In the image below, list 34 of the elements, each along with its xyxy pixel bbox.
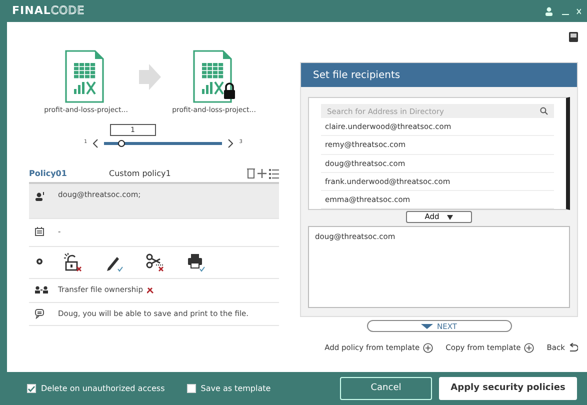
slider-thumb[interactable] [118, 140, 126, 146]
user-icon[interactable] [545, 6, 553, 16]
printer-icon[interactable] [187, 252, 206, 272]
panel-title: Set file recipients [301, 63, 577, 87]
add-circle-icon [524, 342, 534, 353]
add-icon[interactable] [257, 168, 267, 179]
option-label: Delete on unauthorized access [41, 382, 165, 394]
list-icon[interactable] [269, 168, 279, 179]
slider-track[interactable] [104, 142, 222, 144]
calendar-icon [35, 227, 44, 237]
save-icon[interactable] [569, 32, 578, 42]
cancel-button[interactable]: Cancel [340, 377, 432, 400]
scissors-icon[interactable] [146, 252, 165, 272]
close-icon[interactable] [576, 6, 581, 16]
down-arrow-icon [447, 214, 454, 220]
apply-button[interactable]: Apply security policies [439, 377, 577, 400]
recipient-icon [35, 192, 44, 202]
comment-icon [35, 308, 44, 318]
delete-icon[interactable] [247, 168, 255, 179]
down-caret-icon [421, 324, 434, 329]
add-circle-icon [422, 342, 433, 353]
option-label: Save as template [200, 382, 271, 394]
app-logo: FINALCODE [12, 2, 85, 19]
checkbox[interactable] [27, 384, 36, 393]
back-icon [568, 342, 578, 353]
policy-name: Policy01 [29, 168, 68, 180]
users-icon [35, 285, 48, 295]
unlock-icon[interactable] [64, 252, 83, 272]
next-icon[interactable] [228, 138, 234, 148]
check-icon [28, 386, 35, 392]
previous-icon[interactable] [93, 138, 98, 148]
arrow-icon [139, 64, 161, 90]
search-icon[interactable] [540, 107, 548, 115]
policy-title: Custom policy1 [109, 168, 171, 180]
